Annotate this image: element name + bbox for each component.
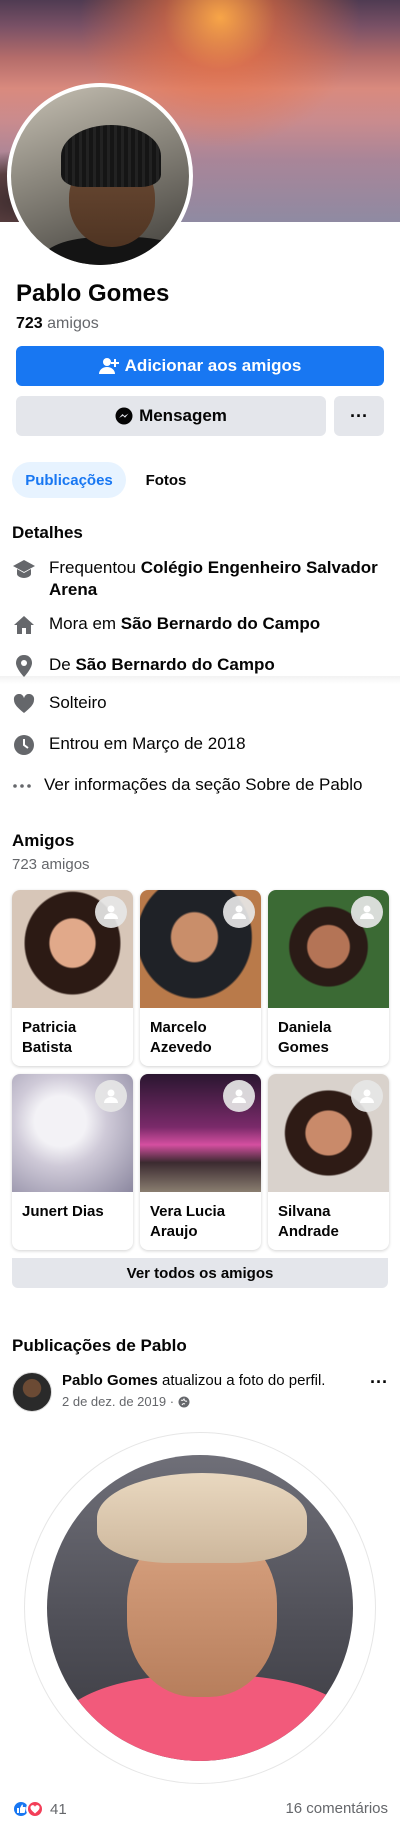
friend-photo xyxy=(268,890,389,1008)
reactions-summary[interactable]: 41 xyxy=(12,1800,67,1818)
friend-name: Marcelo Azevedo xyxy=(150,1019,212,1056)
posts-title: Publicações de Pablo xyxy=(12,1336,187,1355)
tab-posts[interactable]: Publicações xyxy=(12,462,126,498)
lives-prefix: Mora em xyxy=(49,614,121,633)
post-header: Pablo Gomes atualizou a foto do perfil. … xyxy=(12,1372,388,1412)
friend-card[interactable]: Junert Dias xyxy=(12,1074,133,1250)
more-dots-icon: ··· xyxy=(350,405,368,426)
friend-photo xyxy=(268,1074,389,1192)
graduation-cap-icon xyxy=(12,557,36,581)
friend-name: Vera Lucia Araujo xyxy=(150,1203,226,1240)
comments-count-link[interactable]: 16 comentários xyxy=(285,1800,388,1817)
see-all-friends-button[interactable]: Ver todos os amigos xyxy=(12,1258,388,1288)
post-meta: 2 de dez. de 2019 · xyxy=(62,1394,190,1409)
post-options-icon[interactable]: ··· xyxy=(370,1372,388,1393)
friend-name: Junert Dias xyxy=(22,1203,104,1220)
friend-name: Patricia Batista xyxy=(22,1019,77,1056)
friend-card[interactable]: Patricia Batista xyxy=(12,890,133,1066)
add-friend-icon[interactable] xyxy=(223,896,255,928)
friend-name: Daniela Gomes xyxy=(278,1019,332,1056)
add-friend-icon[interactable] xyxy=(95,1080,127,1112)
post-action: atualizou a foto do perfil. xyxy=(157,1372,326,1389)
more-dots-icon xyxy=(12,774,32,798)
add-friend-icon[interactable] xyxy=(351,1080,383,1112)
location-pin-icon xyxy=(12,654,36,678)
lives-value[interactable]: São Bernardo do Campo xyxy=(121,614,320,633)
detail-from: De São Bernardo do Campo xyxy=(12,654,392,678)
joined-value: Entrou em Março de 2018 xyxy=(49,734,246,753)
add-friend-button[interactable]: Adicionar aos amigos xyxy=(16,346,384,386)
friend-card[interactable]: Silvana Andrade xyxy=(268,1074,389,1250)
details-title: Detalhes xyxy=(12,523,83,542)
friend-photo xyxy=(12,1074,133,1192)
friend-card[interactable]: Marcelo Azevedo xyxy=(140,890,261,1066)
detail-lives: Mora em São Bernardo do Campo xyxy=(12,613,392,637)
globe-icon xyxy=(178,1396,190,1407)
detail-education: Frequentou Colégio Engenheiro Salvador A… xyxy=(12,557,392,601)
relationship-value: Solteiro xyxy=(49,693,107,712)
add-friend-icon[interactable] xyxy=(223,1080,255,1112)
friends-title: Amigos xyxy=(12,831,75,850)
detail-relationship: Solteiro xyxy=(12,692,392,716)
message-button[interactable]: Mensagem xyxy=(16,396,326,436)
friend-card[interactable]: Daniela Gomes xyxy=(268,890,389,1066)
detail-joined: Entrou em Março de 2018 xyxy=(12,733,392,757)
post-author-avatar[interactable] xyxy=(12,1372,52,1412)
post-date[interactable]: 2 de dez. de 2019 · xyxy=(62,1394,178,1409)
tab-photos[interactable]: Fotos xyxy=(136,462,196,498)
from-value[interactable]: São Bernardo do Campo xyxy=(75,655,274,674)
profile-friends-count[interactable]: 723 amigos xyxy=(16,315,99,333)
home-icon xyxy=(12,613,36,637)
add-friend-icon[interactable] xyxy=(351,896,383,928)
education-prefix: Frequentou xyxy=(49,558,141,577)
more-options-button[interactable]: ··· xyxy=(334,396,384,436)
friend-name: Silvana Andrade xyxy=(278,1203,339,1240)
post-photo[interactable] xyxy=(24,1432,376,1784)
friends-count-number: 723 xyxy=(16,315,43,332)
add-friend-icon xyxy=(98,358,119,374)
friend-photo xyxy=(140,890,261,1008)
friends-subtitle: 723 amigos xyxy=(12,856,90,873)
clock-icon xyxy=(12,733,36,757)
reactions-count: 41 xyxy=(50,1800,67,1818)
post-headline: Pablo Gomes atualizou a foto do perfil. xyxy=(62,1372,325,1389)
heart-icon xyxy=(12,692,36,716)
friend-photo xyxy=(12,890,133,1008)
friend-card[interactable]: Vera Lucia Araujo xyxy=(140,1074,261,1250)
friend-photo xyxy=(140,1074,261,1192)
profile-avatar[interactable] xyxy=(7,83,193,269)
post-author-name[interactable]: Pablo Gomes xyxy=(62,1372,158,1389)
profile-name: Pablo Gomes xyxy=(16,280,170,307)
see-about-link[interactable]: Ver informações da seção Sobre de Pablo xyxy=(12,774,392,798)
add-friend-label: Adicionar aos amigos xyxy=(124,356,302,375)
see-about-label: Ver informações da seção Sobre de Pablo xyxy=(44,775,363,794)
love-reaction-icon xyxy=(26,1800,44,1818)
messenger-icon xyxy=(115,407,133,425)
add-friend-icon[interactable] xyxy=(95,896,127,928)
friends-count-label: amigos xyxy=(47,315,99,332)
scroll-fade-divider xyxy=(0,676,400,684)
message-label: Mensagem xyxy=(139,406,227,425)
from-prefix: De xyxy=(49,655,76,674)
